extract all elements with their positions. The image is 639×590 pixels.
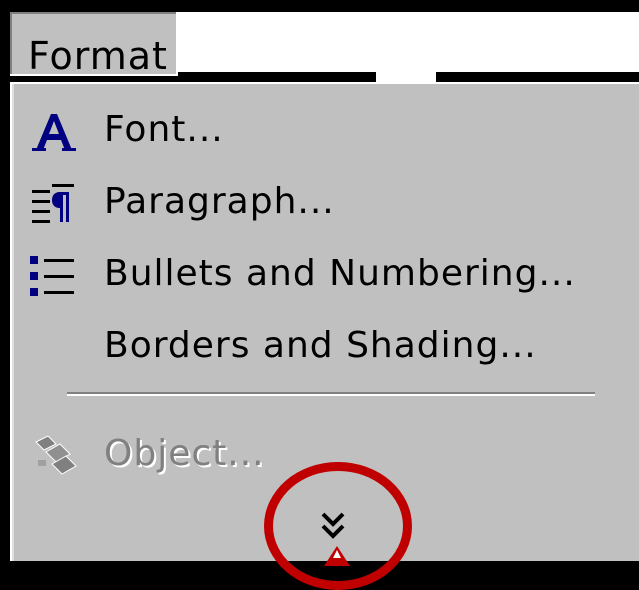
format-dropdown-menu: Font... Paragraph... Bullets and Numberi… [10,82,639,590]
paragraph-icon [32,184,74,223]
object-icon [35,435,77,475]
menu-bar: Format [0,0,639,82]
font-icon [32,114,76,151]
format-menu-title-label: Format [28,34,168,78]
menu-item-font-label: Font... [104,109,224,150]
menu-item-paragraph-label: Paragraph... [104,181,335,222]
menu-item-object-label: Object... [104,433,265,474]
menu-bar-notch [376,72,436,82]
menu-item-borders-shading-label: Borders and Shading... [104,325,537,366]
bullets-icon [30,256,74,296]
menu-separator [67,392,595,396]
menu-item-paragraph[interactable]: Paragraph... [12,174,639,232]
menu-item-bullets-numbering-label: Bullets and Numbering... [104,253,576,294]
format-menu-title[interactable]: Format [10,12,178,78]
menu-item-font[interactable]: Font... [12,102,639,160]
mouse-cursor-icon [324,546,350,566]
menu-item-borders-shading[interactable]: Borders and Shading... [12,318,639,376]
menu-item-bullets-numbering[interactable]: Bullets and Numbering... [12,246,639,304]
menu-bar-empty-area [176,12,639,82]
